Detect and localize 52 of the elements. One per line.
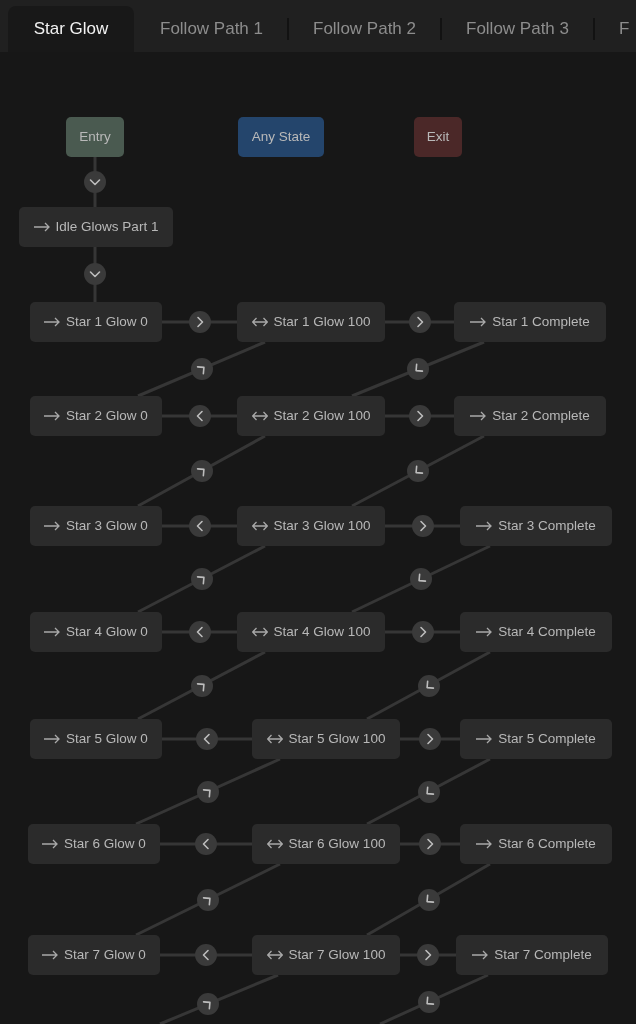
double-arrow-icon bbox=[266, 839, 283, 849]
state-node[interactable]: Star 2 Glow 100 bbox=[237, 396, 385, 436]
tab[interactable]: Follow Path 3 bbox=[442, 6, 593, 52]
state-node[interactable]: Star 4 Complete bbox=[460, 612, 612, 652]
arrow-icon bbox=[42, 950, 59, 960]
arrow-icon bbox=[44, 411, 61, 421]
arrow-icon bbox=[44, 317, 61, 327]
state-node[interactable]: Star 4 Glow 0 bbox=[30, 612, 162, 652]
state-node[interactable]: Idle Glows Part 1 bbox=[19, 207, 173, 247]
state-node[interactable]: Star 5 Complete bbox=[460, 719, 612, 759]
state-node[interactable]: Star 5 Glow 100 bbox=[252, 719, 400, 759]
arrow-icon bbox=[470, 411, 487, 421]
state-node[interactable]: Star 1 Glow 0 bbox=[30, 302, 162, 342]
arrow-icon bbox=[476, 521, 493, 531]
double-arrow-icon bbox=[266, 734, 283, 744]
arrow-icon bbox=[470, 317, 487, 327]
arrow-icon bbox=[472, 950, 489, 960]
state-node[interactable]: Entry bbox=[66, 117, 124, 157]
state-node[interactable]: Star 2 Glow 0 bbox=[30, 396, 162, 436]
double-arrow-icon bbox=[251, 411, 268, 421]
state-node[interactable]: Star 5 Glow 0 bbox=[30, 719, 162, 759]
state-node[interactable]: Star 6 Complete bbox=[460, 824, 612, 864]
state-node[interactable]: Star 4 Glow 100 bbox=[237, 612, 385, 652]
arrow-icon bbox=[42, 839, 59, 849]
state-node[interactable]: Star 3 Glow 100 bbox=[237, 506, 385, 546]
double-arrow-icon bbox=[266, 950, 283, 960]
double-arrow-icon bbox=[251, 627, 268, 637]
state-node[interactable]: Star 7 Glow 100 bbox=[252, 935, 400, 975]
tab[interactable]: Star Glow bbox=[8, 6, 134, 52]
arrow-icon bbox=[44, 521, 61, 531]
state-node[interactable]: Any State bbox=[238, 117, 324, 157]
state-node[interactable]: Star 1 Glow 100 bbox=[237, 302, 385, 342]
state-node[interactable]: Exit bbox=[414, 117, 462, 157]
arrow-icon bbox=[476, 627, 493, 637]
arrow-icon bbox=[33, 222, 50, 232]
state-node[interactable]: Star 7 Glow 0 bbox=[28, 935, 160, 975]
state-node[interactable]: Star 3 Glow 0 bbox=[30, 506, 162, 546]
state-node[interactable]: Star 6 Glow 0 bbox=[28, 824, 160, 864]
tab[interactable]: Follow Path 2 bbox=[289, 6, 440, 52]
tab[interactable]: Follow Path 1 bbox=[136, 6, 287, 52]
double-arrow-icon bbox=[251, 521, 268, 531]
state-node[interactable]: Star 1 Complete bbox=[454, 302, 606, 342]
state-node[interactable]: Star 3 Complete bbox=[460, 506, 612, 546]
state-node[interactable]: Star 6 Glow 100 bbox=[252, 824, 400, 864]
double-arrow-icon bbox=[251, 317, 268, 327]
tab[interactable]: F bbox=[595, 6, 634, 52]
state-node[interactable]: Star 7 Complete bbox=[456, 935, 608, 975]
arrow-icon bbox=[476, 839, 493, 849]
arrow-icon bbox=[44, 734, 61, 744]
arrow-icon bbox=[44, 627, 61, 637]
state-node[interactable]: Star 2 Complete bbox=[454, 396, 606, 436]
arrow-icon bbox=[476, 734, 493, 744]
